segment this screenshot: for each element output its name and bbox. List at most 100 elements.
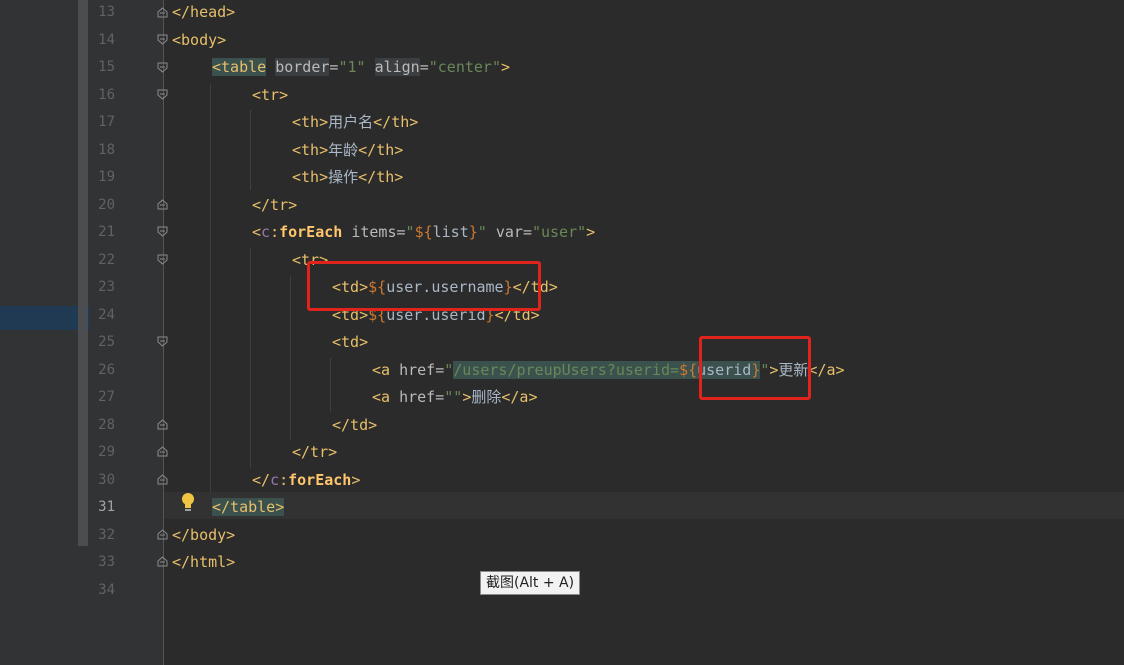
tag: </th> xyxy=(373,113,419,131)
line-number: 34 xyxy=(98,582,115,598)
lightbulb-icon[interactable] xyxy=(180,492,196,514)
code-line-19[interactable]: <th>操作</th> xyxy=(292,167,403,187)
tag: : xyxy=(270,223,280,241)
tag: </a> xyxy=(501,388,538,406)
el-delimiter: } xyxy=(468,223,478,241)
line-number: 27 xyxy=(98,389,115,405)
line-number: 32 xyxy=(98,527,115,543)
code-line-16[interactable]: <tr> xyxy=(252,85,288,105)
code-line-15[interactable]: <table border="1" align="center"> xyxy=(212,57,510,77)
project-panel-selected-row[interactable] xyxy=(0,306,90,330)
code-line-28[interactable]: </td> xyxy=(332,415,377,435)
current-line-highlight xyxy=(164,492,1124,519)
code-line-21[interactable]: <c:forEach items="${list}" var="user"> xyxy=(252,222,595,242)
tag: <table xyxy=(212,58,267,76)
string: "user" xyxy=(531,223,587,241)
code-line-29[interactable]: </tr> xyxy=(292,442,337,462)
line-number: 18 xyxy=(98,142,115,158)
tag: </a> xyxy=(808,361,845,379)
text: 年龄 xyxy=(328,141,359,159)
indent-guide xyxy=(250,248,251,468)
code-line-25[interactable]: <td> xyxy=(332,332,368,352)
tag: > xyxy=(351,471,361,489)
tag: </body> xyxy=(172,526,236,544)
line-number-current: 31 xyxy=(98,499,115,515)
line-number: 19 xyxy=(98,169,115,185)
tag: </th> xyxy=(358,168,404,186)
string: " xyxy=(405,223,415,241)
tag: </tr> xyxy=(292,443,338,461)
tag: <th> xyxy=(292,168,329,186)
string: "" xyxy=(444,388,463,406)
line-number: 22 xyxy=(98,252,115,268)
fold-marker-icon[interactable] xyxy=(157,556,168,567)
string: "1" xyxy=(338,58,366,76)
indent-guide xyxy=(210,84,211,492)
el-delimiter: ${ xyxy=(679,361,698,379)
line-number: 14 xyxy=(98,32,115,48)
tag: < xyxy=(252,223,262,241)
line-number: 30 xyxy=(98,472,115,488)
fold-marker-icon[interactable] xyxy=(157,62,168,73)
line-number: 25 xyxy=(98,334,115,350)
equals: = xyxy=(435,388,445,406)
code-line-20[interactable]: </tr> xyxy=(252,195,297,215)
code-line-17[interactable]: <th>用户名</th> xyxy=(292,112,418,132)
equals: = xyxy=(396,223,406,241)
string: " xyxy=(444,361,454,379)
code-line-33[interactable]: </html> xyxy=(172,552,235,572)
line-number: 21 xyxy=(98,224,115,240)
fold-marker-icon[interactable] xyxy=(157,419,168,430)
code-line-14[interactable]: <body> xyxy=(172,30,226,50)
fold-marker-icon[interactable] xyxy=(157,446,168,457)
attribute: align xyxy=(374,58,420,76)
tag: <th> xyxy=(292,141,329,159)
fold-marker-icon[interactable] xyxy=(157,7,168,18)
tag: </html> xyxy=(172,553,236,571)
code-line-18[interactable]: <th>年龄</th> xyxy=(292,140,403,160)
text: 用户名 xyxy=(328,113,374,131)
code-line-30[interactable]: </c:forEach> xyxy=(252,470,360,490)
tag: </ xyxy=(252,471,271,489)
code-editor[interactable]: 13 14 15 16 17 18 19 20 21 22 23 24 25 2… xyxy=(0,0,1124,665)
text: 操作 xyxy=(328,168,359,186)
fold-marker-icon[interactable] xyxy=(157,474,168,485)
indent-guide xyxy=(250,110,251,190)
fold-marker-icon[interactable] xyxy=(157,89,168,100)
line-number: 17 xyxy=(98,114,115,130)
tag: </tr> xyxy=(252,196,298,214)
line-number: 23 xyxy=(98,279,115,295)
tag: </td> xyxy=(332,416,378,434)
fold-marker-icon[interactable] xyxy=(157,199,168,210)
el-expression: list xyxy=(432,223,469,241)
project-panel-scrollbar[interactable] xyxy=(78,0,88,546)
fold-marker-icon[interactable] xyxy=(157,529,168,540)
line-number: 33 xyxy=(98,554,115,570)
fold-marker-icon[interactable] xyxy=(157,336,168,347)
line-number: 24 xyxy=(98,307,115,323)
code-line-27[interactable]: <a href="">删除</a> xyxy=(372,387,537,407)
fold-marker-icon[interactable] xyxy=(157,226,168,237)
line-number: 13 xyxy=(98,4,115,20)
tag: </th> xyxy=(358,141,404,159)
tag: <body> xyxy=(172,31,227,49)
code-line-13[interactable]: </head> xyxy=(172,2,235,22)
equals: = xyxy=(522,223,532,241)
tag: > xyxy=(501,58,511,76)
attribute: items xyxy=(351,223,397,241)
code-line-32[interactable]: </body> xyxy=(172,525,235,545)
code-line-31[interactable]: </table> xyxy=(212,497,285,517)
screenshot-tooltip: 截图(Alt + A) xyxy=(480,571,581,595)
indent-guide xyxy=(290,276,291,440)
attribute: href xyxy=(399,361,436,379)
tag: <a xyxy=(372,388,391,406)
namespace: c xyxy=(270,471,280,489)
fold-marker-icon[interactable] xyxy=(157,34,168,45)
fold-marker-icon[interactable] xyxy=(157,254,168,265)
attribute: var xyxy=(495,223,523,241)
annotation-highlight-box xyxy=(699,336,811,400)
line-number: 29 xyxy=(98,444,115,460)
line-number: 26 xyxy=(98,362,115,378)
tag-name: forEach xyxy=(279,223,343,241)
line-number: 28 xyxy=(98,417,115,433)
